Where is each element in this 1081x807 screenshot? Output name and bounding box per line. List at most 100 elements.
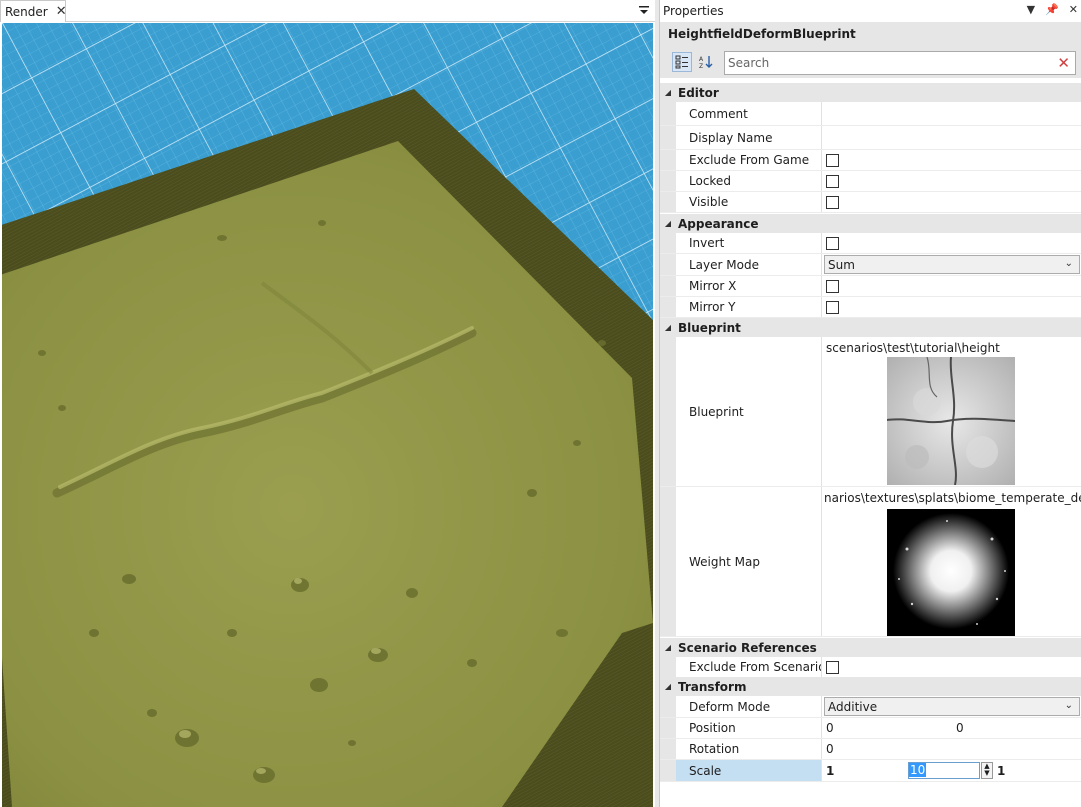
prop-scale: Scale 1 10 ▲ ▼ 1 bbox=[660, 760, 1081, 782]
render-panel: Render ✕ bbox=[0, 0, 655, 807]
properties-header: HeightfieldDeformBlueprint A Z Search ✕ bbox=[660, 22, 1081, 78]
collapse-triangle-icon[interactable]: ◢ bbox=[660, 323, 676, 332]
blueprint-path: scenarios\test\tutorial\height bbox=[826, 341, 1000, 355]
clear-search-icon[interactable]: ✕ bbox=[1057, 55, 1070, 71]
collapse-triangle-icon[interactable]: ◢ bbox=[660, 219, 676, 228]
svg-text:A: A bbox=[699, 56, 704, 63]
category-scenario-references[interactable]: ◢ Scenario References bbox=[660, 638, 1081, 657]
blueprint-heightmap-thumbnail bbox=[887, 357, 1015, 485]
prop-name: Mirror Y bbox=[676, 297, 822, 317]
collapse-triangle-icon[interactable]: ◢ bbox=[660, 643, 676, 652]
collapse-triangle-icon[interactable]: ◢ bbox=[660, 682, 676, 691]
prop-invert: Invert bbox=[660, 233, 1081, 254]
prop-name: Scale bbox=[676, 760, 822, 781]
render-tab-strip: Render ✕ bbox=[0, 0, 655, 22]
chevron-down-icon: ⌄ bbox=[1064, 258, 1073, 269]
exclude-from-scenario-checkbox[interactable] bbox=[826, 660, 839, 674]
layer-mode-selected: Sum bbox=[828, 257, 855, 272]
properties-panel: Properties ▼ 📌 ✕ HeightfieldDeformBluepr… bbox=[659, 0, 1081, 807]
deform-mode-dropdown[interactable]: Additive ⌄ bbox=[824, 697, 1080, 716]
alphabetical-view-button[interactable]: A Z bbox=[696, 52, 716, 72]
scale-y-value: 10 bbox=[909, 763, 927, 777]
render-viewport[interactable] bbox=[2, 23, 653, 807]
display-name-value[interactable] bbox=[822, 126, 1081, 149]
category-label: Editor bbox=[678, 85, 719, 100]
exclude-from-game-checkbox[interactable] bbox=[826, 153, 839, 167]
prop-name: Display Name bbox=[676, 126, 822, 149]
scale-y-input[interactable]: 10 bbox=[908, 762, 980, 779]
prop-name: Deform Mode bbox=[676, 696, 822, 717]
pin-icon[interactable]: 📌 bbox=[1045, 3, 1059, 16]
prop-name: Weight Map bbox=[676, 487, 822, 636]
position-y-value[interactable]: 0 bbox=[956, 721, 964, 735]
categorized-view-button[interactable] bbox=[672, 52, 692, 72]
deform-mode-selected: Additive bbox=[828, 699, 878, 714]
category-transform[interactable]: ◢ Transform bbox=[660, 677, 1081, 696]
prop-mirror-x: Mirror X bbox=[660, 276, 1081, 297]
properties-titlebar: Properties ▼ 📌 ✕ bbox=[660, 0, 1081, 22]
comment-value[interactable] bbox=[822, 102, 1081, 125]
prop-locked: Locked bbox=[660, 171, 1081, 192]
prop-name: Rotation bbox=[676, 739, 822, 759]
prop-name: Position bbox=[676, 718, 822, 738]
properties-title: Properties bbox=[663, 4, 724, 18]
locked-checkbox[interactable] bbox=[826, 174, 839, 188]
invert-checkbox[interactable] bbox=[826, 236, 839, 250]
mirror-y-checkbox[interactable] bbox=[826, 300, 839, 314]
prop-name: Exclude From Game bbox=[676, 150, 822, 170]
category-label: Appearance bbox=[678, 216, 759, 231]
category-label: Scenario References bbox=[678, 640, 817, 655]
collapse-triangle-icon[interactable]: ◢ bbox=[660, 88, 676, 97]
layer-mode-dropdown[interactable]: Sum ⌄ bbox=[824, 255, 1080, 274]
app-window: Render ✕ Properties ▼ 📌 ✕ HeightfieldDef… bbox=[0, 0, 1081, 807]
search-input[interactable] bbox=[728, 55, 1048, 71]
close-icon[interactable]: ✕ bbox=[1069, 3, 1078, 16]
chevron-down-icon: ⌄ bbox=[1064, 700, 1073, 711]
rotation-value[interactable]: 0 bbox=[826, 742, 834, 756]
prop-name: Blueprint bbox=[676, 337, 822, 486]
prop-layer-mode: Layer Mode Sum ⌄ bbox=[660, 254, 1081, 276]
object-name: HeightfieldDeformBlueprint bbox=[668, 27, 856, 41]
scale-z-value[interactable]: 1 bbox=[997, 764, 1005, 778]
prop-mirror-y: Mirror Y bbox=[660, 297, 1081, 318]
weight-map-value[interactable]: narios\textures\splats\biome_temperate_d… bbox=[822, 487, 1081, 636]
prop-display-name: Display Name bbox=[660, 126, 1081, 150]
category-editor[interactable]: ◢ Editor bbox=[660, 83, 1081, 102]
tab-menu-icon[interactable] bbox=[639, 4, 649, 16]
prop-name: Comment bbox=[676, 102, 822, 125]
terrain-scene bbox=[2, 23, 653, 807]
dropdown-arrow-icon[interactable]: ▼ bbox=[1027, 3, 1035, 16]
prop-rotation: Rotation 0 bbox=[660, 739, 1081, 760]
prop-name: Locked bbox=[676, 171, 822, 191]
category-label: Blueprint bbox=[678, 320, 741, 335]
prop-position: Position 0 0 bbox=[660, 718, 1081, 739]
mirror-x-checkbox[interactable] bbox=[826, 279, 839, 293]
prop-exclude-from-game: Exclude From Game bbox=[660, 150, 1081, 171]
prop-name: Exclude From Scenario... bbox=[676, 657, 822, 677]
prop-name: Visible bbox=[676, 192, 822, 212]
close-icon[interactable]: ✕ bbox=[56, 4, 67, 19]
weight-map-path: narios\textures\splats\biome_temperate_d… bbox=[824, 491, 1081, 505]
category-blueprint[interactable]: ◢ Blueprint bbox=[660, 318, 1081, 337]
svg-text:Z: Z bbox=[699, 63, 703, 69]
tab-render[interactable]: Render ✕ bbox=[0, 0, 67, 22]
prop-name: Invert bbox=[676, 233, 822, 253]
category-appearance[interactable]: ◢ Appearance bbox=[660, 214, 1081, 233]
prop-deform-mode: Deform Mode Additive ⌄ bbox=[660, 696, 1081, 718]
prop-weight-map: Weight Map narios\textures\splats\biome_… bbox=[660, 487, 1081, 637]
search-box: ✕ bbox=[724, 51, 1076, 75]
prop-visible: Visible bbox=[660, 192, 1081, 213]
scale-y-spinner[interactable]: ▲ ▼ bbox=[981, 762, 993, 779]
prop-comment: Comment bbox=[660, 102, 1081, 126]
categorized-icon bbox=[675, 55, 688, 69]
position-x-value[interactable]: 0 bbox=[826, 721, 834, 735]
prop-name: Mirror X bbox=[676, 276, 822, 296]
prop-exclude-from-scenario: Exclude From Scenario... bbox=[660, 657, 1081, 678]
blueprint-value[interactable]: scenarios\test\tutorial\height bbox=[822, 337, 1081, 486]
sort-az-icon: A Z bbox=[699, 56, 713, 69]
scale-x-value[interactable]: 1 bbox=[826, 764, 834, 778]
visible-checkbox[interactable] bbox=[826, 195, 839, 209]
tab-render-label: Render bbox=[5, 4, 48, 19]
weight-map-thumbnail bbox=[887, 509, 1015, 636]
prop-name: Layer Mode bbox=[676, 254, 822, 275]
